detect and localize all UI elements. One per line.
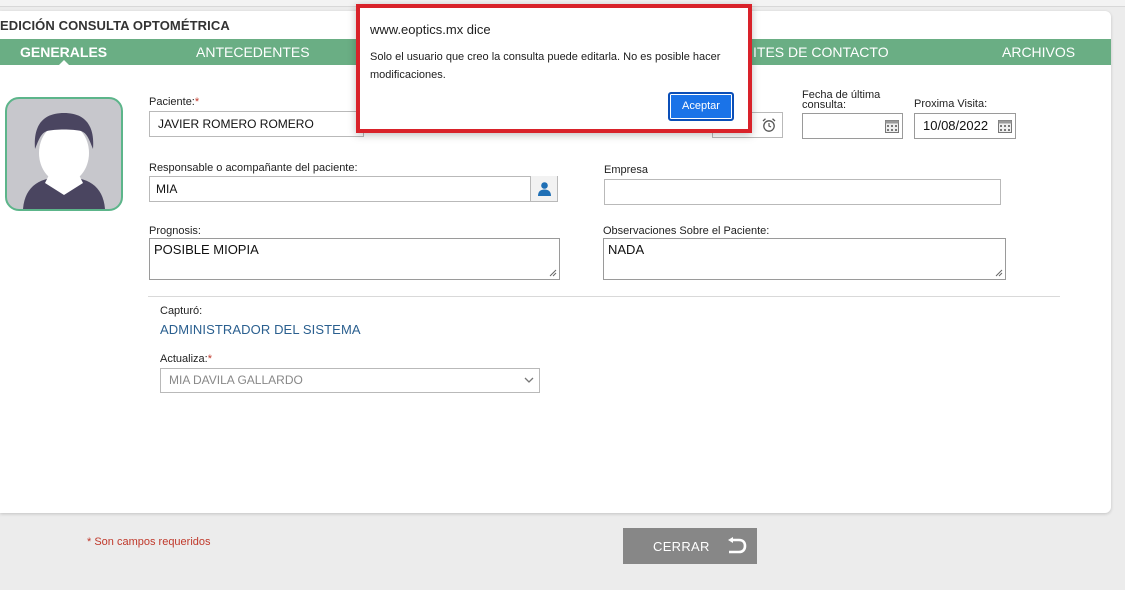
section-divider	[148, 296, 1060, 297]
observaciones-label: Observaciones Sobre el Paciente:	[603, 225, 770, 237]
tab-antecedentes[interactable]: ANTECEDENTES	[196, 39, 310, 65]
active-tab-caret	[57, 60, 70, 66]
accept-button[interactable]: Aceptar	[668, 92, 734, 121]
prognosis-textarea[interactable]: POSIBLE MIOPIA	[149, 238, 560, 280]
tab-generales[interactable]: GENERALES	[20, 39, 108, 66]
empresa-label: Empresa	[604, 164, 649, 176]
fecha-ultima-label: Fecha de última consulta:	[802, 90, 880, 111]
return-arrow-icon	[728, 537, 747, 554]
actualiza-value: MIA DAVILA GALLARDO	[169, 373, 303, 387]
proxima-visita-input[interactable]: 10/08/2022	[914, 113, 1016, 139]
patient-avatar	[5, 97, 123, 211]
paciente-label: Paciente:*	[149, 96, 199, 108]
alarm-clock-icon[interactable]	[761, 117, 777, 133]
actualiza-label: Actualiza:*	[160, 353, 212, 365]
proxima-visita-value: 10/08/2022	[923, 118, 989, 133]
tab-generales-label: GENERALES	[20, 44, 108, 60]
responsable-value: MIA	[156, 182, 178, 196]
calendar-icon[interactable]	[885, 119, 899, 133]
tab-contacto-label: ITES DE CONTACTO	[753, 44, 889, 60]
actualiza-label-text: Actualiza:	[160, 353, 208, 365]
actualiza-select[interactable]: MIA DAVILA GALLARDO	[160, 368, 540, 393]
responsable-label: Responsable o acompañante del paciente:	[149, 162, 358, 174]
required-fields-note: * Son campos requeridos	[87, 536, 211, 548]
required-mark: *	[194, 96, 200, 108]
observaciones-textarea[interactable]: NADA	[603, 238, 1006, 280]
paciente-label-text: Paciente:	[149, 96, 195, 108]
tab-archivos[interactable]: ARCHIVOS	[1002, 39, 1075, 65]
alert-dialog: www.eoptics.mx dice Solo el usuario que …	[356, 4, 752, 133]
resize-handle-icon[interactable]	[549, 269, 557, 277]
close-button-label: CERRAR	[653, 539, 710, 554]
close-button[interactable]: CERRAR	[623, 528, 757, 564]
chevron-down-icon	[524, 377, 534, 383]
tab-archivos-label: ARCHIVOS	[1002, 44, 1076, 60]
tab-antecedentes-label: ANTECEDENTES	[196, 44, 310, 60]
calendar-icon[interactable]	[998, 119, 1012, 133]
resize-handle-icon[interactable]	[995, 269, 1003, 277]
capturo-value: ADMINISTRADOR DEL SISTEMA	[160, 322, 361, 337]
empresa-input[interactable]	[604, 179, 1001, 205]
responsable-input[interactable]: MIA	[149, 176, 558, 202]
fecha-ultima-input[interactable]	[802, 113, 903, 139]
required-mark: *	[207, 353, 212, 365]
tab-contacto[interactable]: ITES DE CONTACTO	[753, 39, 889, 65]
proxima-visita-label: Proxima Visita:	[914, 98, 988, 110]
avatar-placeholder-icon	[23, 113, 105, 209]
select-person-button[interactable]	[530, 176, 557, 201]
prognosis-value: POSIBLE MIOPIA	[154, 242, 259, 257]
fecha-ultima-label-line2: consulta:	[802, 99, 847, 111]
paciente-input[interactable]: JAVIER ROMERO ROMERO	[149, 111, 364, 137]
observaciones-value: NADA	[608, 242, 645, 257]
prognosis-label: Prognosis:	[149, 225, 201, 237]
dialog-message: Solo el usuario que creo la consulta pue…	[370, 51, 721, 81]
page-title: EDICIÓN CONSULTA OPTOMÉTRICA	[0, 18, 230, 33]
person-icon	[537, 182, 551, 196]
dialog-title: www.eoptics.mx dice	[370, 22, 491, 37]
capturo-label: Capturó:	[160, 305, 203, 317]
